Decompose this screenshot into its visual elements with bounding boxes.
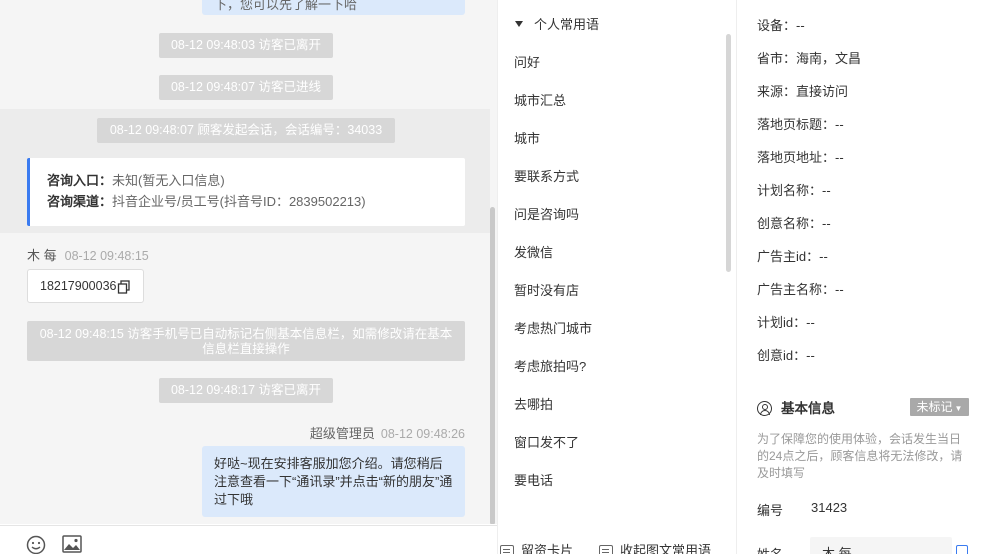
phrase-item[interactable]: 城市汇总: [514, 90, 566, 109]
caret-down-icon: ▼: [954, 404, 963, 413]
edit-notice: 为了保障您的使用体验，会话发生当日的24点之后，顾客信息将无法修改，请及时填写: [757, 432, 963, 480]
phrases-group-header[interactable]: 个人常用语: [515, 14, 599, 33]
phrase-item[interactable]: 城市: [514, 128, 540, 147]
phrase-item[interactable]: 去哪拍: [514, 394, 553, 413]
info-row-creative-id: 创意id：--: [757, 345, 815, 364]
consult-entry-row: 咨询入口：未知(暂无入口信息): [47, 170, 465, 191]
visitor-message-time: 08-12 09:48:15: [64, 249, 149, 263]
user-icon: [757, 401, 772, 416]
mark-status-dropdown[interactable]: 未标记 ▼: [910, 398, 969, 416]
admin-message-meta: 超级管理员 08-12 09:48:26: [310, 423, 465, 442]
card-icon: [500, 545, 514, 554]
name-field[interactable]: 木 每: [810, 537, 952, 554]
phrase-item[interactable]: 要联系方式: [514, 166, 579, 185]
info-label: 创意id：: [757, 348, 807, 363]
system-message: 08-12 09:48:07 顾客发起会话，会话编号：34033: [97, 118, 395, 143]
number-label: 编号: [757, 503, 784, 518]
admin-message-bubble: 好哒~现在安排客服加您介绍。请您稍后注意查看一下“通讯录”并点击“新的朋友”通过…: [202, 446, 465, 517]
consult-channel-value: 抖音企业号/员工号(抖音号ID：2839502213): [112, 194, 366, 209]
collapse-phrases-label: 收起图文常用语: [620, 543, 712, 554]
info-value: --: [822, 183, 831, 198]
phrase-item[interactable]: 问好: [514, 52, 540, 71]
info-value: 海南，文昌: [796, 51, 862, 66]
phrase-item[interactable]: 要电话: [514, 470, 553, 489]
info-value: --: [806, 348, 815, 363]
image-icon[interactable]: [62, 535, 82, 553]
info-row-creative-name: 创意名称：--: [757, 213, 831, 232]
info-value: 直接访问: [796, 84, 849, 99]
basic-info-title: 基本信息: [757, 397, 835, 417]
info-row-advertiser-name: 广告主名称：--: [757, 279, 844, 298]
info-label: 省市：: [757, 51, 797, 66]
phrases-scrollbar[interactable]: [726, 34, 731, 272]
visitor-message-meta: 木 每 08-12 09:48:15: [27, 245, 149, 264]
info-row-device: 设备：--: [757, 15, 805, 34]
mark-status-label: 未标记: [916, 400, 953, 414]
phrase-item[interactable]: 考虑旅拍吗?: [514, 356, 586, 375]
phrase-item[interactable]: 发微信: [514, 242, 553, 261]
info-value: --: [835, 150, 844, 165]
info-value: --: [835, 282, 844, 297]
visitor-name: 木 每: [27, 248, 57, 263]
info-label: 落地页标题：: [757, 117, 836, 132]
collapse-phrases-button[interactable]: 收起图文常用语: [599, 540, 711, 554]
copy-icon[interactable]: [117, 280, 131, 294]
name-label: 姓名: [757, 544, 783, 554]
info-label: 落地页地址：: [757, 150, 836, 165]
phrase-item[interactable]: 考虑热门城市: [514, 318, 592, 337]
leave-card-button[interactable]: 留资卡片: [500, 540, 573, 554]
info-row-plan-id: 计划id：--: [757, 312, 815, 331]
basic-info-title-text: 基本信息: [781, 401, 835, 416]
caret-down-icon: [515, 21, 523, 27]
visitor-phone: 18217900036: [40, 279, 117, 293]
consult-entry-value: 未知(暂无入口信息): [112, 173, 225, 188]
info-value: --: [796, 18, 805, 33]
edit-icon[interactable]: [956, 545, 968, 554]
info-value: --: [835, 117, 844, 132]
info-label: 广告主名称：: [757, 282, 836, 297]
admin-message-time: 08-12 09:48:26: [380, 427, 465, 441]
phrase-item[interactable]: 暂时没有店: [514, 280, 579, 299]
info-value: --: [819, 249, 828, 264]
chat-scrollbar[interactable]: [490, 207, 495, 524]
consult-entry-label: 咨询入口：: [47, 173, 113, 188]
consult-info-card: 咨询入口：未知(暂无入口信息) 咨询渠道：抖音企业号/员工号(抖音号ID：283…: [27, 158, 465, 226]
collapse-icon: [599, 545, 613, 554]
info-value: --: [822, 216, 831, 231]
system-message: 08-12 09:48:03 访客已离开: [159, 33, 333, 58]
emoji-icon[interactable]: [26, 535, 46, 554]
info-value: --: [806, 315, 815, 330]
system-message: 08-12 09:48:17 访客已离开: [159, 378, 333, 403]
phrase-item[interactable]: 窗口发不了: [514, 432, 579, 451]
consult-channel-row: 咨询渠道：抖音企业号/员工号(抖音号ID：2839502213): [47, 191, 465, 212]
info-label: 来源：: [757, 84, 797, 99]
info-row-source: 来源：直接访问: [757, 81, 848, 100]
chat-toolbar: [0, 525, 497, 554]
number-value: 31423: [811, 500, 848, 515]
info-label: 设备：: [757, 18, 797, 33]
system-message: 08-12 09:48:07 访客已进线: [159, 75, 333, 100]
info-row-landing-url: 落地页地址：--: [757, 147, 844, 166]
customer-info-panel: 设备：-- 省市：海南，文昌 来源：直接访问 落地页标题：-- 落地页地址：--…: [738, 0, 986, 554]
info-row-advertiser-id: 广告主id：--: [757, 246, 828, 265]
consult-channel-label: 咨询渠道：: [47, 194, 113, 209]
system-message: 08-12 09:48:15 访客手机号已自动标记右侧基本信息栏，如需修改请在基…: [27, 321, 465, 361]
app-root: 下，您可以先了解一下哈 08-12 09:48:03 访客已离开 08-12 0…: [0, 0, 986, 554]
info-row-region: 省市：海南，文昌: [757, 48, 861, 67]
info-label: 广告主id：: [757, 249, 820, 264]
info-row-landing-title: 落地页标题：--: [757, 114, 844, 133]
agent-message-bubble: 下，您可以先了解一下哈: [202, 0, 465, 15]
admin-name: 超级管理员: [309, 426, 375, 441]
info-label: 计划id：: [757, 315, 807, 330]
phrases-panel: 个人常用语 问好 城市汇总 城市 要联系方式 问是咨询吗 发微信 暂时没有店 考…: [497, 0, 737, 554]
leave-card-label: 留资卡片: [521, 543, 574, 554]
info-label: 创意名称：: [757, 216, 823, 231]
phrases-group-title: 个人常用语: [534, 17, 600, 32]
phrase-item[interactable]: 问是咨询吗: [514, 204, 579, 223]
chat-panel: 下，您可以先了解一下哈 08-12 09:48:03 访客已离开 08-12 0…: [0, 0, 497, 524]
info-row-plan-name: 计划名称：--: [757, 180, 831, 199]
info-label: 计划名称：: [757, 183, 823, 198]
